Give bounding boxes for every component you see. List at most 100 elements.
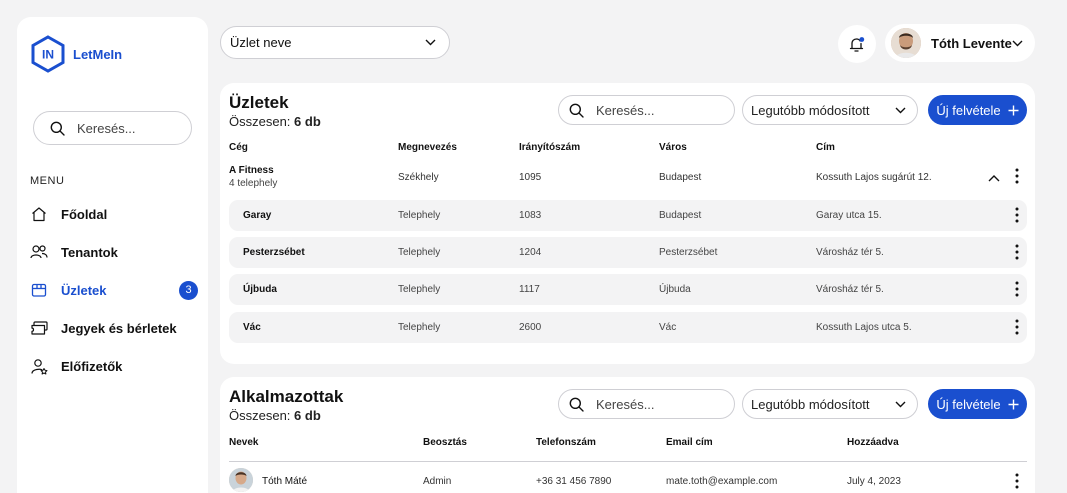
cell-type: Telephely [398,322,441,333]
chevron-down-icon [425,39,436,46]
col-header-type[interactable]: Megnevezés [398,142,457,153]
store-select-value: Üzlet neve [230,35,292,50]
search-icon [50,121,65,136]
table-row[interactable]: Pesterzsébet Telephely 1204 Pesterzsébet… [229,237,1027,268]
employees-new-button[interactable]: Új felvétele [928,389,1027,419]
kebab-menu-icon[interactable] [1015,168,1019,184]
cell-zip: 1083 [519,210,542,221]
home-icon [30,205,48,223]
sidebar-item-home[interactable]: Főoldal [30,195,198,233]
chevron-down-icon [895,401,906,407]
kebab-menu-icon[interactable] [1015,473,1019,489]
cell-name: Újbuda [243,284,277,295]
cell-name: Vác [243,322,261,333]
cell-city: Budapest [659,172,702,183]
cell-city: Pesterzsébet [659,247,718,258]
sidebar-item-stores[interactable]: Üzletek 3 [30,271,198,309]
col-header-city[interactable]: Város [659,142,687,153]
col-header-company[interactable]: Cég [229,142,248,153]
stores-count-badge: 3 [179,280,198,300]
bell-icon [849,36,865,52]
company-name: A Fitness [229,165,274,176]
logo-hexagon-icon: IN [31,35,65,73]
table-row[interactable]: Vác Telephely 2600 Vác Kossuth Lajos utc… [229,312,1027,343]
stores-total-count: 6 db [294,114,321,129]
sidebar-item-tickets[interactable]: Jegyek és bérletek [30,309,198,347]
company-sites-count: 4 telephely [229,178,278,189]
col-header-names[interactable]: Nevek [229,437,258,448]
stores-total-label: Összesen: [229,114,291,129]
stores-card: Üzletek Összesen: 6 db Legutóbb módosíto… [220,83,1035,364]
table-row-parent[interactable]: A Fitness 4 telephely Székhely 1095 Buda… [220,163,1035,193]
col-header-role[interactable]: Beosztás [423,437,467,448]
stores-sort-select[interactable]: Legutóbb módosított [742,95,918,125]
employees-search-input[interactable] [596,396,716,412]
employees-total-count: 6 db [294,408,321,423]
sidebar-item-label: Előfizetők [61,358,123,374]
chevron-down-icon [1012,40,1023,46]
plus-icon [1008,399,1019,409]
new-button-label: Új felvétele [936,102,1001,118]
sidebar-item-label: Jegyek és bérletek [61,320,177,336]
employees-sort-select[interactable]: Legutóbb módosított [742,389,918,419]
stores-search-input[interactable] [596,102,716,118]
avatar [891,28,921,58]
menu-label: MENU [30,175,65,187]
cell-address: Városház tér 5. [816,284,884,295]
user-menu[interactable]: Tóth Levente [885,24,1035,62]
cell-email: mate.toth@example.com [666,476,778,487]
employees-total: Összesen: 6 db [229,408,321,423]
user-name: Tóth Levente [931,35,1012,51]
sidebar-item-subscribers[interactable]: Előfizetők [30,347,198,385]
brand-logo[interactable]: IN LetMeIn [31,35,122,73]
col-header-email[interactable]: Email cím [666,437,713,448]
cell-address: Kossuth Lajos utca 5. [816,322,912,333]
cell-phone: +36 31 456 7890 [536,476,612,487]
sidebar-search[interactable] [33,111,192,145]
col-header-added[interactable]: Hozzáadva [847,437,899,448]
col-header-address[interactable]: Cím [816,142,835,153]
sidebar: IN LetMeIn MENU Főoldal Tenantok [17,17,208,493]
stores-new-button[interactable]: Új felvétele [928,95,1027,125]
employees-title: Alkalmazottak [229,387,344,406]
kebab-menu-icon[interactable] [1015,319,1019,335]
cell-name: Garay [243,210,272,221]
kebab-menu-icon[interactable] [1015,281,1019,297]
sort-value: Legutóbb módosított [751,102,870,118]
employees-card: Alkalmazottak Összesen: 6 db Legutóbb mó… [220,377,1035,493]
cell-city: Vác [659,322,677,333]
cell-address: Városház tér 5. [816,247,884,258]
kebab-menu-icon[interactable] [1015,207,1019,223]
chevron-down-icon [895,107,906,113]
sidebar-search-input[interactable] [77,120,177,136]
kebab-menu-icon[interactable] [1015,244,1019,260]
cell-added: July 4, 2023 [847,476,901,487]
cell-name: Pesterzsébet [243,247,305,258]
table-row[interactable]: Újbuda Telephely 1117 Újbuda Városház té… [229,274,1027,305]
cell-name: Tóth Máté [262,476,308,487]
cell-zip: 2600 [519,322,542,333]
chevron-up-icon[interactable] [988,174,1000,182]
employees-search[interactable] [558,389,735,419]
new-button-label: Új felvétele [936,396,1001,412]
employees-total-label: Összesen: [229,408,291,423]
sidebar-nav: Főoldal Tenantok Üzletek 3 Jegyek és bér… [30,195,198,385]
stores-search[interactable] [558,95,735,125]
subscriber-icon [30,357,48,375]
users-icon [30,243,48,261]
divider [229,461,1027,462]
ticket-icon [30,319,48,337]
store-select[interactable]: Üzlet neve [220,26,450,59]
table-row[interactable]: Tóth Máté Admin +36 31 456 7890 mate.tot… [220,468,1035,493]
col-header-phone[interactable]: Telefonszám [536,437,596,448]
avatar [229,468,253,492]
notifications-button[interactable] [838,25,876,63]
sidebar-item-tenants[interactable]: Tenantok [30,233,198,271]
sort-value: Legutóbb módosított [751,396,870,412]
sidebar-item-label: Főoldal [61,206,108,222]
store-icon [30,281,48,299]
col-header-zip[interactable]: Irányítószám [519,142,580,153]
cell-address: Kossuth Lajos sugárút 12. [816,172,932,183]
cell-type: Telephely [398,284,441,295]
table-row[interactable]: Garay Telephely 1083 Budapest Garay utca… [229,200,1027,231]
